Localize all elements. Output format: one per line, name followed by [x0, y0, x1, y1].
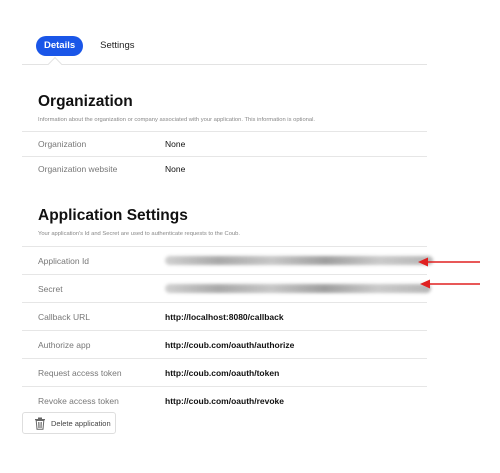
row-label: Revoke access token: [38, 395, 119, 406]
table-row: Organization website None: [22, 156, 427, 181]
table-row: Authorize app http://coub.com/oauth/auth…: [22, 330, 427, 358]
active-tab-caret: [47, 56, 63, 72]
application-id-redacted: [165, 256, 433, 265]
table-row: Request access token http://coub.com/oau…: [22, 358, 427, 386]
table-row: Secret: [22, 274, 431, 302]
arrow-left-icon: [420, 279, 480, 289]
table-row: Callback URL http://localhost:8080/callb…: [22, 302, 427, 330]
row-value: http://coub.com/oauth/authorize: [165, 339, 295, 350]
app-settings-title: Application Settings: [38, 207, 188, 224]
row-label: Application Id: [38, 255, 90, 266]
app-settings-description: Your application's Id and Secret are use…: [38, 231, 240, 237]
arrow-left-icon: [418, 257, 480, 267]
row-label: Request access token: [38, 367, 122, 378]
organization-rows: Organization None Organization website N…: [22, 131, 427, 181]
trash-icon: [34, 417, 46, 430]
row-value: None: [165, 164, 186, 174]
row-value: http://coub.com/oauth/revoke: [165, 395, 285, 406]
row-label: Callback URL: [38, 311, 90, 322]
app-settings-rows: Application Id Secret Callback URL http:…: [22, 246, 433, 414]
row-value: http://coub.com/oauth/token: [165, 367, 280, 378]
tab-settings[interactable]: Settings: [100, 40, 134, 51]
row-label: Organization website: [38, 164, 118, 174]
row-label: Secret: [38, 283, 63, 294]
row-label: Authorize app: [38, 339, 91, 350]
tab-details[interactable]: Details: [36, 36, 84, 56]
table-row: Organization None: [22, 131, 427, 156]
secret-redacted: [165, 284, 431, 293]
tab-divider: [22, 64, 427, 65]
organization-description: Information about the organization or co…: [38, 117, 316, 123]
delete-application-label: Delete application: [51, 418, 111, 428]
row-value: None: [165, 139, 186, 149]
tab-bar: Details Settings: [36, 36, 134, 56]
row-label: Organization: [38, 139, 87, 149]
table-row: Application Id: [22, 246, 433, 274]
organization-title: Organization: [38, 93, 133, 110]
table-row: Revoke access token http://coub.com/oaut…: [22, 386, 427, 414]
delete-application-button[interactable]: Delete application: [22, 412, 116, 434]
row-value: http://localhost:8080/callback: [165, 311, 284, 322]
